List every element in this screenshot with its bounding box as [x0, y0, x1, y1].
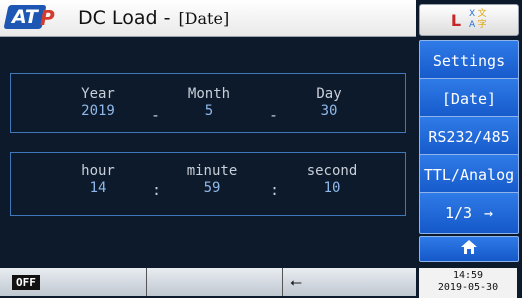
- usb-icon: ⭠: [290, 273, 303, 291]
- year-value[interactable]: 2019: [63, 103, 133, 119]
- status-divider: [146, 268, 147, 296]
- year-label: Year: [81, 86, 115, 102]
- month-value[interactable]: 5: [174, 103, 244, 119]
- rs232-button[interactable]: RS232/485: [419, 116, 519, 158]
- minute-field[interactable]: minute 59: [174, 163, 250, 196]
- clock-time: 14:59: [452, 270, 484, 281]
- day-field[interactable]: Day 30: [294, 86, 364, 119]
- day-label: Day: [316, 86, 342, 102]
- settings-button[interactable]: Settings: [419, 40, 519, 82]
- date-separator: -: [269, 106, 279, 124]
- month-field[interactable]: Month 5: [174, 86, 244, 119]
- time-separator: :: [270, 181, 280, 199]
- day-value[interactable]: 30: [294, 103, 364, 119]
- page-indicator: 1/3: [444, 204, 473, 222]
- clock-date: 2019-05-30: [437, 282, 499, 293]
- page-title: [Date]: [178, 8, 230, 28]
- clock: 14:59 2019-05-30: [419, 268, 517, 298]
- date-separator: -: [151, 106, 161, 124]
- time-panel: hour 14 : minute 59 : second 10: [10, 152, 406, 216]
- date-button[interactable]: [Date]: [419, 78, 519, 120]
- title-bar: AT P DC Load - [Date]: [0, 0, 416, 37]
- language-chars: X文 A字: [469, 9, 487, 30]
- time-separator: :: [152, 181, 162, 199]
- home-button[interactable]: [419, 236, 519, 262]
- ttl-analog-button[interactable]: TTL/Analog: [419, 154, 519, 196]
- page-next-button[interactable]: 1/3 →: [419, 192, 519, 234]
- home-icon: [461, 240, 477, 258]
- hour-label: hour: [81, 163, 115, 179]
- second-value[interactable]: 10: [294, 180, 370, 196]
- output-state-badge: OFF: [12, 275, 40, 290]
- language-icon: L: [450, 10, 462, 30]
- status-divider: [282, 268, 283, 296]
- second-label: second: [306, 163, 358, 179]
- hour-field[interactable]: hour 14: [63, 163, 133, 196]
- year-field[interactable]: Year 2019: [63, 86, 133, 119]
- brand-logo: AT P: [3, 5, 66, 31]
- second-field[interactable]: second 10: [294, 163, 370, 196]
- app-title: DC Load -: [78, 7, 171, 29]
- status-bar: OFF ⭠: [0, 268, 416, 296]
- minute-value[interactable]: 59: [174, 180, 250, 196]
- date-panel: Year 2019 - Month 5 - Day 30: [10, 73, 406, 133]
- minute-label: minute: [186, 163, 238, 179]
- arrow-right-icon: →: [484, 204, 494, 222]
- hour-value[interactable]: 14: [63, 180, 133, 196]
- month-label: Month: [187, 86, 231, 102]
- language-button[interactable]: L X文 A字: [419, 4, 519, 36]
